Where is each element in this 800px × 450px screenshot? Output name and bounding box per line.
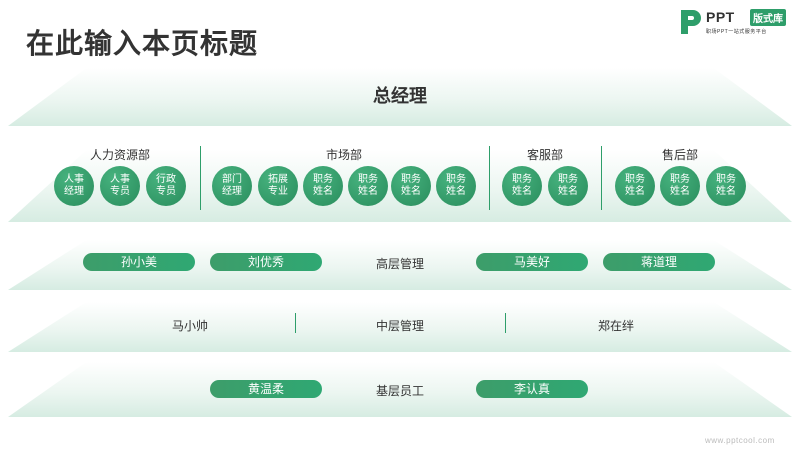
page-title: 在此输入本页标题: [26, 28, 259, 59]
dept-divider: [601, 146, 602, 210]
dept-service-name: 客服部: [526, 148, 563, 162]
member-circle: 人事 经理: [54, 166, 94, 206]
senior-level-label: 高层管理: [375, 257, 424, 271]
base-level-label: 基层员工: [375, 384, 424, 398]
member-circle: 职务 姓名: [391, 166, 431, 206]
member-circle: 职务 姓名: [502, 166, 542, 206]
member-circle: 职务 姓名: [303, 166, 343, 206]
middle-name: 郑在绊: [597, 319, 634, 333]
member-circle: 部门 经理: [212, 166, 252, 206]
member-circle: 职务 姓名: [615, 166, 655, 206]
row-divider: [295, 313, 296, 333]
member-circle: 拓展 专业: [258, 166, 298, 206]
logo-p-icon: [681, 10, 701, 34]
dept-marketing-name: 市场部: [325, 148, 362, 162]
base-name-pill: 黄温柔: [210, 380, 322, 398]
dept-hr-name: 人力资源部: [89, 148, 150, 162]
ceo-label: 总经理: [373, 86, 427, 106]
row-divider: [505, 313, 506, 333]
member-circle: 人事 专员: [100, 166, 140, 206]
middle-level-label: 中层管理: [375, 319, 424, 333]
logo-badge: 版式库: [750, 9, 786, 26]
brand-logo: PPT 版式库 职场PPT一站式服务平台: [678, 8, 794, 36]
logo-word: PPT: [706, 9, 735, 25]
dept-aftersales-name: 售后部: [661, 148, 698, 162]
senior-name-pill: 刘优秀: [210, 253, 322, 271]
member-circle: 职务 姓名: [348, 166, 388, 206]
watermark: www.pptcool.com: [705, 436, 775, 445]
dept-divider: [200, 146, 201, 210]
member-circle: 职务 姓名: [660, 166, 700, 206]
member-circle: 职务 姓名: [436, 166, 476, 206]
member-circle: 职务 姓名: [706, 166, 746, 206]
member-circle: 行政 专员: [146, 166, 186, 206]
senior-name-pill: 孙小美: [83, 253, 195, 271]
senior-name-pill: 马美好: [476, 253, 588, 271]
logo-subtitle: 职场PPT一站式服务平台: [706, 29, 767, 35]
middle-name: 马小帅: [171, 319, 208, 333]
senior-name-pill: 蒋道理: [603, 253, 715, 271]
base-name-pill: 李认真: [476, 380, 588, 398]
member-circle: 职务 姓名: [548, 166, 588, 206]
dept-divider: [489, 146, 490, 210]
